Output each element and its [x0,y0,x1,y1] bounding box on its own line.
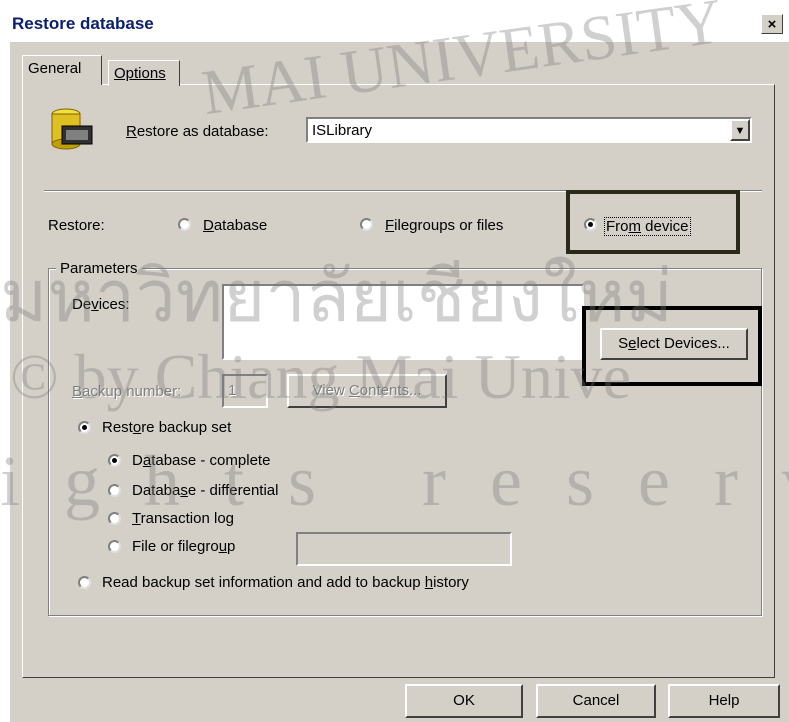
view-contents-button[interactable]: View Contents... [287,374,447,408]
restore-as-combobox[interactable]: ISLibrary ▼ [306,117,752,143]
restore-backup-set-label[interactable]: Restore backup set [102,419,231,436]
restore-label: Restore: [48,217,105,234]
cancel-button[interactable]: Cancel [536,684,656,718]
restore-backup-set-radio[interactable] [78,421,91,434]
tab-options[interactable]: Options [108,60,180,86]
close-icon[interactable]: × [768,16,777,33]
restore-as-label: Restore as database: [126,123,269,140]
devices-list[interactable] [222,284,584,360]
transaction-log-radio[interactable] [108,512,121,525]
window-title: Restore database [12,14,154,33]
read-history-label[interactable]: Read backup set information and add to b… [102,574,469,591]
restore-filegroups-radio[interactable] [360,218,373,231]
close-button[interactable]: × [761,14,783,34]
file-or-filegroup-label[interactable]: File or filegroup [132,538,235,555]
file-or-filegroup-field[interactable] [296,532,512,566]
chevron-down-icon[interactable]: ▼ [730,119,750,141]
restore-database-label[interactable]: Database [203,217,267,234]
restore-database-radio[interactable] [178,218,191,231]
backup-number-field[interactable]: 1 [222,374,268,408]
highlight-box-select-devices [582,306,762,386]
transaction-log-label[interactable]: Transaction log [132,510,234,527]
read-history-radio[interactable] [78,576,91,589]
database-complete-radio[interactable] [108,454,121,467]
highlight-box-from-device [566,190,740,254]
ok-button[interactable]: OK [405,684,523,718]
tab-options-label: Options [114,65,166,82]
parameters-legend: Parameters [56,260,142,277]
backup-number-label: Backup number: [72,383,182,400]
file-or-filegroup-radio[interactable] [108,540,121,553]
restore-filegroups-label[interactable]: Filegroups or files [385,217,503,234]
devices-label: Devices: [72,296,130,313]
database-differential-radio[interactable] [108,484,121,497]
tab-general[interactable]: General [22,55,102,85]
restore-as-value: ISLibrary [312,122,373,139]
database-icon [51,108,93,150]
help-button[interactable]: Help [668,684,780,718]
database-complete-label[interactable]: Database - complete [132,452,270,469]
database-differential-label[interactable]: Database - differential [132,482,278,499]
